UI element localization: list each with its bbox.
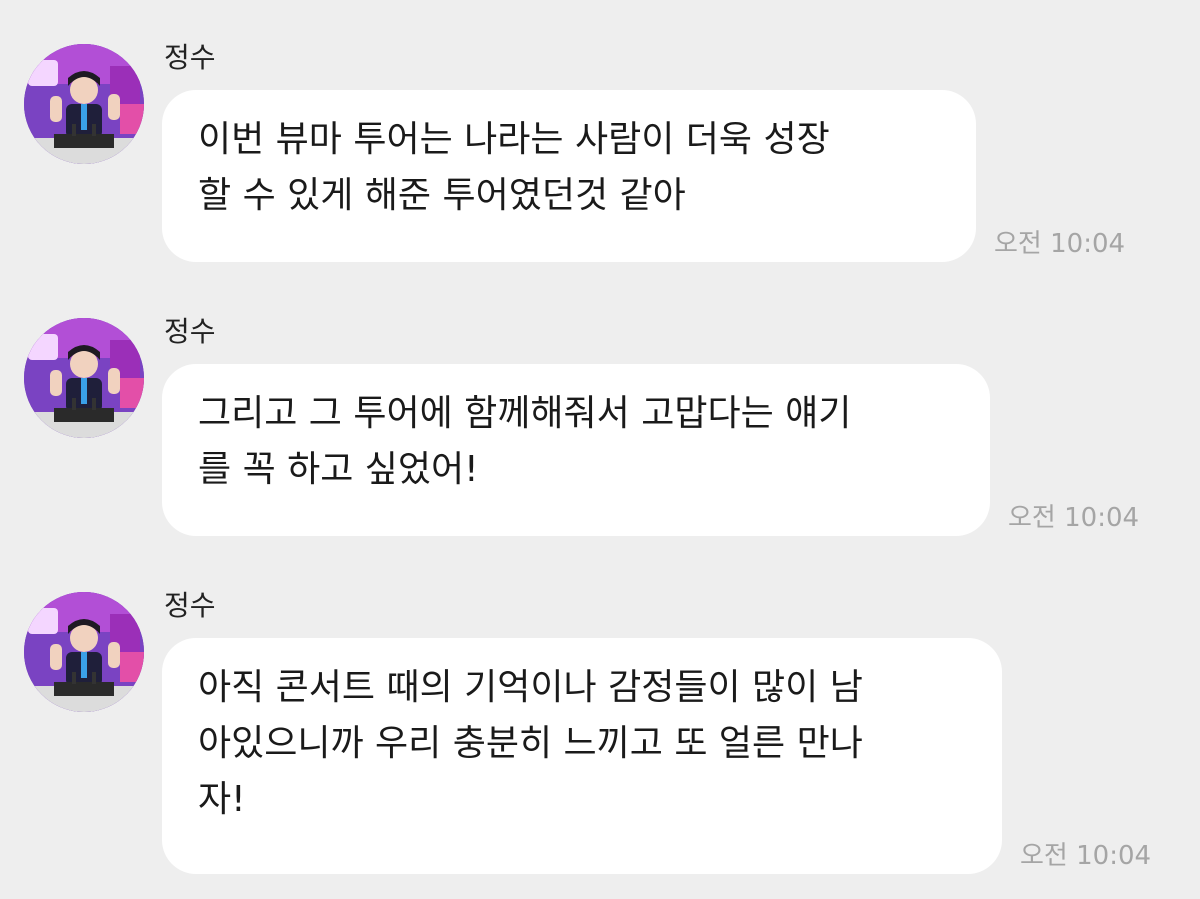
message-text-line: 그리고 그 투어에 함께해줘서 고맙다는 얘기: [198, 393, 852, 434]
sender-name: 정수: [164, 315, 216, 348]
message-timestamp: 오전 10:04: [1020, 841, 1152, 871]
message-text-line: 아있으니까 우리 충분히 느끼고 또 얼른 만나: [198, 723, 863, 764]
profile-photo-icon: [24, 318, 144, 438]
message-text-line: 할 수 있게 해준 투어였던것 같아: [198, 175, 686, 216]
message-timestamp: 오전 10:04: [1008, 503, 1140, 533]
sender-name: 정수: [164, 41, 216, 74]
message-text-line: 자!: [198, 779, 246, 820]
sender-name: 정수: [164, 589, 216, 622]
avatar[interactable]: [24, 44, 144, 164]
message-text-line: 를 꼭 하고 싶었어!: [198, 449, 479, 490]
avatar[interactable]: [24, 318, 144, 438]
message-timestamp: 오전 10:04: [994, 229, 1126, 259]
profile-photo-icon: [24, 44, 144, 164]
message-text-line: 아직 콘서트 때의 기억이나 감정들이 많이 남: [198, 667, 863, 708]
message-text-line: 이번 뷰마 투어는 나라는 사람이 더욱 성장: [198, 119, 830, 160]
message-bubble[interactable]: 아직 콘서트 때의 기억이나 감정들이 많이 남 아있으니까 우리 충분히 느끼…: [162, 638, 1002, 874]
profile-photo-icon: [24, 592, 144, 712]
avatar[interactable]: [24, 592, 144, 712]
message-bubble[interactable]: 이번 뷰마 투어는 나라는 사람이 더욱 성장 할 수 있게 해준 투어였던것 …: [162, 90, 976, 262]
message-bubble[interactable]: 그리고 그 투어에 함께해줘서 고맙다는 얘기 를 꼭 하고 싶었어!: [162, 364, 990, 536]
